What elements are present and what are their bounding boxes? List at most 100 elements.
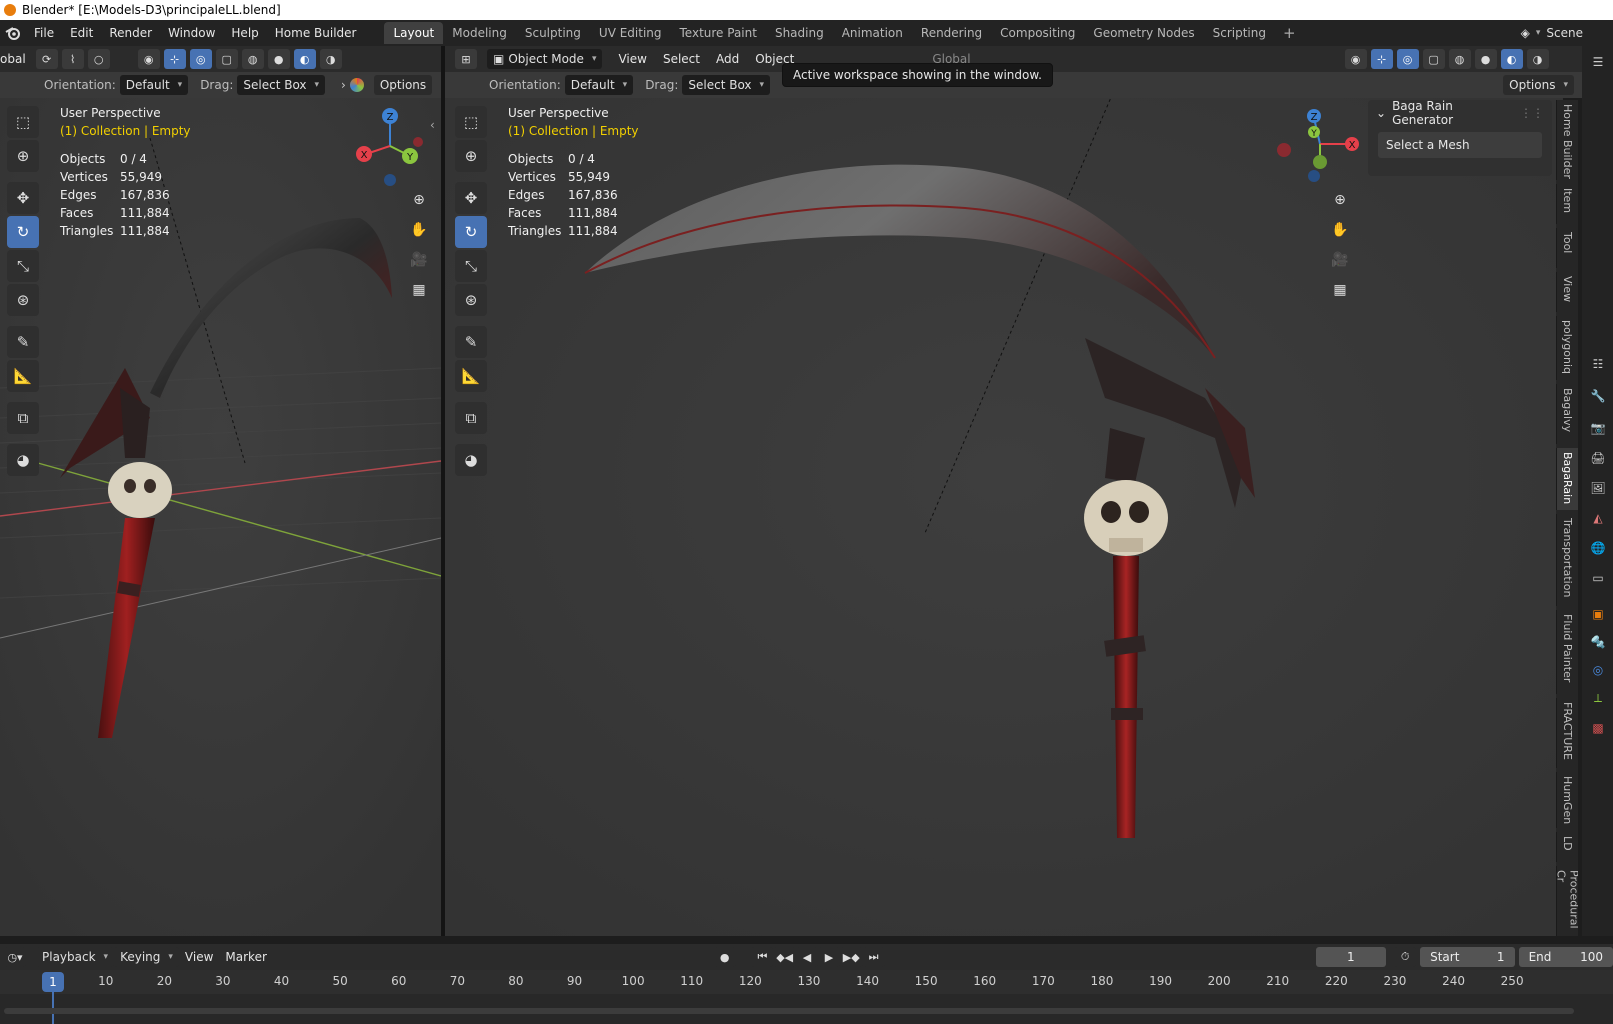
tab-texture-paint[interactable]: Texture Paint: [671, 22, 766, 44]
camera-icon[interactable]: 🎥: [1328, 248, 1352, 272]
output-properties-icon[interactable]: 🖨: [1588, 448, 1608, 468]
annotate-tool-icon[interactable]: ✎: [7, 326, 39, 358]
sidebar-tab-humgen[interactable]: HumGen: [1556, 772, 1578, 828]
camera-icon[interactable]: 🎥: [407, 248, 431, 272]
neg-z-axis-icon[interactable]: [1308, 170, 1320, 182]
end-frame-field[interactable]: End 100: [1518, 947, 1613, 967]
solid-shading-icon[interactable]: ●: [1474, 49, 1497, 69]
rotate-tool-icon[interactable]: ↻: [7, 216, 39, 248]
overlay-toggle-icon[interactable]: ◎: [189, 49, 212, 69]
timeline-view-menu[interactable]: View: [179, 950, 219, 964]
panel-header[interactable]: ⌄ Baga Rain Generator ⋮⋮: [1368, 99, 1552, 127]
add-cube-tool-icon[interactable]: ⧉: [455, 402, 487, 434]
current-frame-field[interactable]: 1: [1315, 947, 1387, 967]
drag-handle-icon[interactable]: ⋮⋮: [1520, 106, 1544, 120]
menu-file[interactable]: File: [26, 20, 62, 46]
menu-window[interactable]: Window: [160, 20, 223, 46]
sidebar-tab-fluid-painter[interactable]: Fluid Painter: [1556, 610, 1578, 694]
menu-edit[interactable]: Edit: [62, 20, 101, 46]
zoom-icon[interactable]: ⊕: [407, 188, 431, 212]
jump-end-icon[interactable]: ⏭: [862, 947, 885, 967]
scale-tool-icon[interactable]: ⤡: [455, 250, 487, 282]
pan-hand-icon[interactable]: ✋: [407, 218, 431, 242]
material-shading-icon[interactable]: ◐: [293, 49, 316, 69]
collection-properties-icon[interactable]: ▭: [1588, 568, 1608, 588]
zoom-icon[interactable]: ⊕: [1328, 188, 1352, 212]
physics-properties-icon[interactable]: ◎: [1588, 660, 1608, 680]
scene-selector[interactable]: ◈ ▾ Scene: [1521, 20, 1613, 46]
sidebar-tab-home-builder[interactable]: Home Builder: [1556, 100, 1578, 180]
tool-properties-icon[interactable]: 🔧: [1588, 386, 1608, 406]
chevron-right-icon[interactable]: ›: [341, 78, 346, 92]
select-mesh-field[interactable]: Select a Mesh: [1378, 132, 1542, 158]
proportional-icon[interactable]: ○: [87, 49, 110, 69]
grid-view-icon[interactable]: ▦: [1328, 278, 1352, 302]
properties-editor-icon[interactable]: ☷: [1588, 354, 1608, 374]
tab-scripting[interactable]: Scripting: [1204, 22, 1275, 44]
jump-start-icon[interactable]: ⏮: [751, 947, 774, 967]
pan-hand-icon[interactable]: ✋: [1328, 218, 1352, 242]
sidebar-tab-transportation[interactable]: Transportation: [1556, 514, 1578, 606]
scale-tool-icon[interactable]: ⤡: [7, 250, 39, 282]
wireframe-shading-icon[interactable]: ◍: [1448, 49, 1471, 69]
menu-view[interactable]: View: [612, 52, 652, 66]
measure-tool-icon[interactable]: 📐: [455, 360, 487, 392]
snap-icon[interactable]: ⌇: [61, 49, 84, 69]
right-navigation-gizmo[interactable]: Z X Y: [1270, 106, 1360, 186]
rendered-shading-icon[interactable]: ◑: [1526, 49, 1549, 69]
options-button[interactable]: Options ▾: [1503, 75, 1574, 95]
editor-type-icon[interactable]: ⊞: [455, 49, 477, 69]
sidebar-tab-ld[interactable]: LD: [1556, 832, 1578, 862]
neg-y-axis-icon[interactable]: [1313, 155, 1327, 169]
gizmo-toggle-icon[interactable]: ⊹: [1370, 49, 1393, 69]
play-reverse-icon[interactable]: ◀: [795, 947, 818, 967]
constraints-icon[interactable]: ⟂: [1588, 688, 1608, 708]
object-properties-icon[interactable]: ▣: [1588, 604, 1608, 624]
measure-tool-icon[interactable]: 📐: [7, 360, 39, 392]
add-cube-tool-icon[interactable]: ⧉: [7, 402, 39, 434]
left-navigation-gizmo[interactable]: Z X Y: [352, 106, 432, 186]
timeline-area[interactable]: 1 10 20 30 40 50 60 70 80 90 100 110 120 130 140 150 160…: [0, 970, 1613, 1024]
options-button[interactable]: Options: [373, 75, 433, 95]
playback-menu[interactable]: Playback ▾: [36, 947, 115, 967]
tab-modeling[interactable]: Modeling: [443, 22, 516, 44]
annotate-tool-icon[interactable]: ✎: [455, 326, 487, 358]
sidebar-tab-bagarain[interactable]: BagaRain: [1556, 448, 1578, 510]
xray-icon[interactable]: ▢: [1422, 49, 1445, 69]
wireframe-shading-icon[interactable]: ◍: [241, 49, 264, 69]
gizmo-toggle-icon[interactable]: ⊹: [163, 49, 186, 69]
orientation-dropdown[interactable]: Default ▾: [564, 75, 634, 95]
next-keyframe-icon[interactable]: ▶◆: [839, 947, 863, 967]
start-frame-field[interactable]: Start 1: [1420, 947, 1515, 967]
tab-shading[interactable]: Shading: [766, 22, 833, 44]
tab-geometry-nodes[interactable]: Geometry Nodes: [1084, 22, 1203, 44]
cursor-tool-icon[interactable]: ⊕: [455, 140, 487, 172]
sidebar-tab-view[interactable]: View: [1556, 272, 1578, 312]
tab-sculpting[interactable]: Sculpting: [516, 22, 590, 44]
addon-color-icon[interactable]: [349, 78, 364, 92]
transform-tool-icon[interactable]: ⊛: [7, 284, 39, 316]
outliner-icon[interactable]: ☰: [1588, 52, 1608, 72]
neg-x-axis-icon[interactable]: [413, 137, 423, 147]
menu-help[interactable]: Help: [223, 20, 266, 46]
play-icon[interactable]: ▶: [817, 947, 840, 967]
texture-properties-icon[interactable]: ▩: [1588, 718, 1608, 738]
frame-ruler[interactable]: 1 10 20 30 40 50 60 70 80 90 100 110 120 130 140 150 160…: [0, 970, 1613, 994]
move-tool-icon[interactable]: ✥: [455, 182, 487, 214]
solid-shading-icon[interactable]: ●: [267, 49, 290, 69]
addon-tool-icon[interactable]: ◕: [7, 444, 39, 476]
sidebar-tab-fracture[interactable]: FRACTURE: [1556, 698, 1578, 768]
rendered-shading-icon[interactable]: ◑: [319, 49, 342, 69]
keying-menu[interactable]: Keying ▾: [114, 947, 179, 967]
drag-dropdown[interactable]: Select Box ▾: [682, 75, 771, 95]
transform-tool-icon[interactable]: ⊛: [455, 284, 487, 316]
neg-z-axis-icon[interactable]: [384, 174, 396, 186]
timeline-marker-menu[interactable]: Marker: [219, 950, 272, 964]
tab-rendering[interactable]: Rendering: [912, 22, 991, 44]
record-keyframe-icon[interactable]: ●: [713, 947, 736, 967]
transform-orientation-partial[interactable]: obal: [0, 52, 32, 66]
modifier-properties-icon[interactable]: 🔩: [1588, 632, 1608, 652]
pivot-icon[interactable]: ⟳: [35, 49, 58, 69]
chevron-left-icon[interactable]: ‹: [430, 118, 435, 132]
chevron-down-icon[interactable]: ⌄: [1376, 106, 1386, 120]
